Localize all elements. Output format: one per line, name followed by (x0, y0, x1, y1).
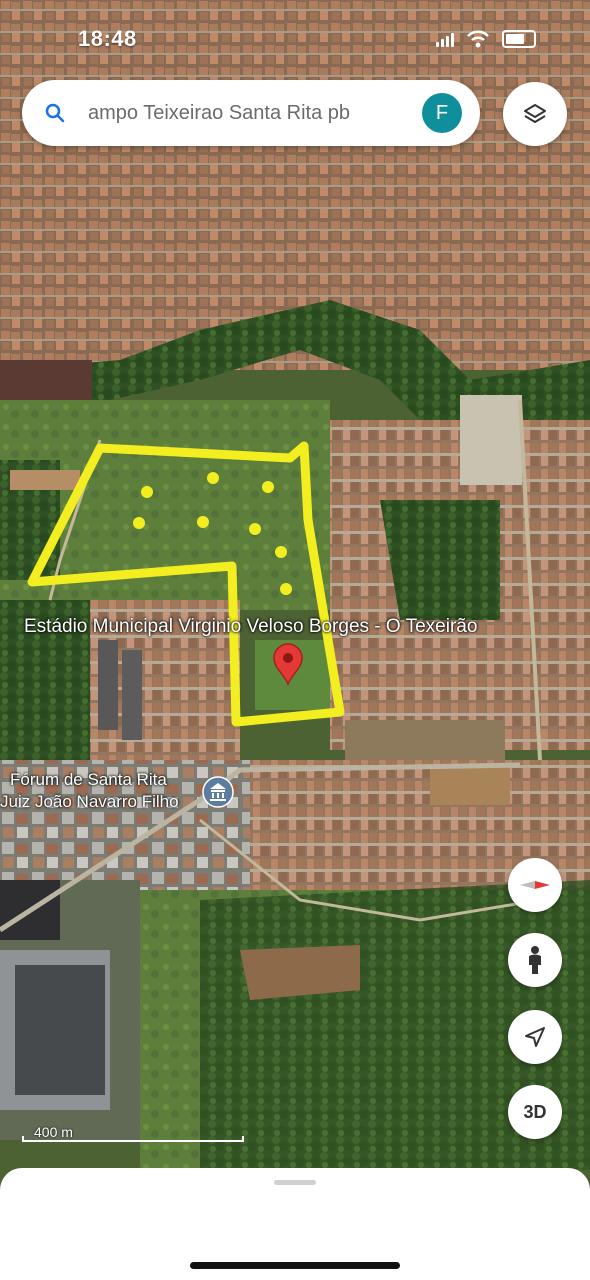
search-query[interactable]: ampo Teixeirao Santa Rita pb (88, 102, 408, 125)
forum-label-line2[interactable]: Juiz João Navarro Filho (0, 792, 179, 812)
layers-icon (524, 104, 546, 123)
my-location-button[interactable] (508, 1010, 562, 1064)
marker-dot (207, 472, 219, 484)
marker-dot (262, 481, 274, 493)
search-icon[interactable] (44, 102, 66, 124)
marker-dot (197, 516, 209, 528)
marker-dot (141, 486, 153, 498)
search-bar[interactable]: ampo Teixeirao Santa Rita pb F (22, 80, 480, 146)
home-indicator[interactable] (190, 1262, 400, 1269)
battery-icon (502, 30, 536, 48)
navigation-arrow-icon (525, 1027, 545, 1047)
avatar[interactable]: F (422, 93, 462, 133)
highlight-dots (133, 472, 292, 595)
marker-dot (249, 523, 261, 535)
scale-bar: 400 m (22, 1124, 244, 1142)
wifi-icon (467, 30, 489, 48)
courthouse-icon (202, 776, 234, 808)
status-icons (436, 30, 536, 48)
sheet-drag-handle[interactable] (274, 1180, 316, 1185)
marker-dot (275, 546, 287, 558)
compass-button[interactable] (508, 858, 562, 912)
scale-line (22, 1136, 244, 1142)
compass-icon (520, 881, 550, 889)
marker-dot (133, 517, 145, 529)
layers-button[interactable] (503, 82, 567, 146)
pegman-icon (529, 946, 541, 974)
highlight-outline (27, 441, 345, 727)
place-pin-icon (273, 643, 303, 687)
marker-dot (280, 583, 292, 595)
status-time: 18:48 (78, 26, 137, 51)
stadium-label[interactable]: Estádio Municipal Virginio Veloso Borges… (24, 616, 477, 638)
street-view-button[interactable] (508, 933, 562, 987)
signal-icon (436, 31, 454, 47)
forum-label-line1[interactable]: Fórum de Santa Rita (10, 770, 167, 790)
three-d-button[interactable]: 3D (508, 1085, 562, 1139)
highlight-overlay (27, 441, 345, 808)
